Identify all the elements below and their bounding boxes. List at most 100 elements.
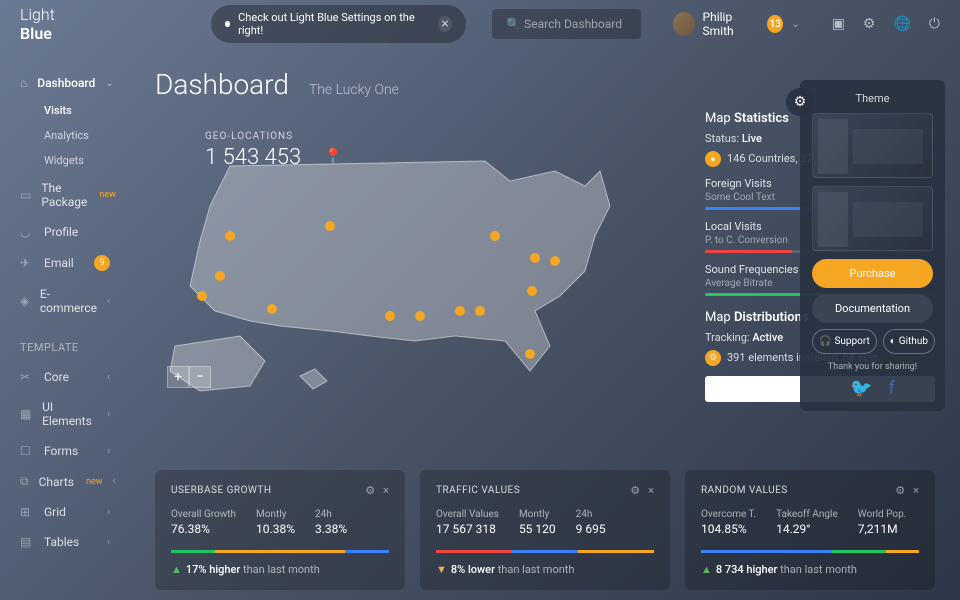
card-gear-icon[interactable]: ⚙ <box>895 484 905 497</box>
metric: 24h3.38% <box>315 509 347 536</box>
map-marker[interactable] <box>215 271 225 281</box>
theme-thumb-2[interactable] <box>812 186 933 251</box>
globe-icon: ● <box>705 151 721 167</box>
card-bar <box>171 550 389 553</box>
metric-value: 17 567 318 <box>436 522 499 536</box>
card-title: USERBASE GROWTH <box>171 485 272 496</box>
metric: World Pop.7,211M <box>858 509 907 536</box>
theme-panel: ⚙ Theme Purchase Documentation 🎧 Support… <box>800 80 945 411</box>
chat-icon[interactable]: ▣ <box>832 16 845 32</box>
map-marker[interactable] <box>325 221 335 231</box>
sidebar-sub-visits[interactable]: Visits <box>0 98 130 123</box>
map-marker[interactable] <box>455 306 465 316</box>
sidebar-item-ui-elements[interactable]: ▦UI Elements‹ <box>0 392 130 436</box>
notification-text: Check out Light Blue Settings on the rig… <box>238 11 424 37</box>
sidebar-item-label: Core <box>44 370 69 384</box>
facebook-icon[interactable]: f <box>889 378 895 399</box>
purchase-button[interactable]: Purchase <box>812 259 933 288</box>
map-marker[interactable] <box>197 291 207 301</box>
card-summary: ▲17% higher than last month <box>171 563 389 576</box>
forms-icon: ☐ <box>20 444 34 458</box>
sidebar-item-charts[interactable]: ⧉Chartsnew‹ <box>0 466 130 497</box>
geo-value: 1 543 453 <box>205 145 301 170</box>
sidebar-item-e-commerce[interactable]: ◈E-commerce‹ <box>0 279 130 323</box>
card-close-icon[interactable]: × <box>913 484 919 497</box>
metric-value: 55 120 <box>519 522 556 536</box>
documentation-button[interactable]: Documentation <box>812 294 933 323</box>
zoom-in-button[interactable]: + <box>167 366 189 388</box>
stat-card: TRAFFIC VALUES ⚙ × Overall Values17 567 318… <box>420 470 670 590</box>
sidebar-item-dashboard[interactable]: ⌂Dashboard⌄ <box>0 68 130 98</box>
sidebar-item-label: Email <box>44 256 74 270</box>
thanks-text: Thank you for sharing! <box>812 362 933 372</box>
notification-pill: Check out Light Blue Settings on the rig… <box>211 5 467 43</box>
sidebar-item-forms[interactable]: ☐Forms‹ <box>0 436 130 466</box>
sidebar-item-label: Profile <box>44 225 78 239</box>
chevron-icon: ‹ <box>107 446 110 457</box>
sidebar-item-grid[interactable]: ⊞Grid‹ <box>0 497 130 527</box>
map-marker[interactable] <box>475 306 485 316</box>
search-input[interactable]: 🔍 Search Dashboard <box>492 9 641 39</box>
metric-value: 76.38% <box>171 522 236 536</box>
email-icon: ✈ <box>20 256 34 270</box>
globe-icon[interactable]: 🌐 <box>893 16 910 32</box>
arrow-up-icon: ▲ <box>171 563 182 576</box>
dashboard-icon: ⌂ <box>20 76 27 90</box>
chevron-icon: ⌄ <box>105 78 113 89</box>
core-icon: ✂ <box>20 370 34 384</box>
close-icon[interactable]: × <box>438 16 453 32</box>
chevron-icon: ‹ <box>107 409 110 420</box>
map-marker[interactable] <box>550 256 560 266</box>
arrow-down-icon: ▼ <box>436 563 447 576</box>
map-marker[interactable] <box>527 286 537 296</box>
map-marker[interactable] <box>385 311 395 321</box>
sidebar-item-email[interactable]: ✈Email9 <box>0 247 130 279</box>
metric-label: 24h <box>576 509 606 520</box>
metric: Overall Values17 567 318 <box>436 509 499 536</box>
theme-thumb-1[interactable] <box>812 113 933 178</box>
map-marker[interactable] <box>525 349 535 359</box>
sidebar-item-label: The Package <box>41 181 87 209</box>
sidebar-sub-analytics[interactable]: Analytics <box>0 123 130 148</box>
grid-icon: ⊞ <box>20 505 34 519</box>
sidebar-sub-widgets[interactable]: Widgets <box>0 148 130 173</box>
card-summary: ▼8% lower than last month <box>436 563 654 576</box>
chevron-icon: ‹ <box>107 372 110 383</box>
card-title: TRAFFIC VALUES <box>436 485 520 496</box>
map-marker[interactable] <box>415 311 425 321</box>
card-close-icon[interactable]: × <box>383 484 389 497</box>
sidebar-item-label: Charts <box>39 475 74 489</box>
sidebar-item-tables[interactable]: ▤Tables‹ <box>0 527 130 557</box>
theme-gear-icon[interactable]: ⚙ <box>786 88 814 116</box>
card-gear-icon[interactable]: ⚙ <box>365 484 375 497</box>
twitter-icon[interactable]: 🐦 <box>850 378 872 399</box>
stat-card: RANDOM VALUES⚙×Overcome T.104.85%Takeoff… <box>685 470 935 590</box>
template-section-label: TEMPLATE <box>0 323 130 362</box>
github-button[interactable]: ◐ Github <box>883 329 935 354</box>
gear-icon: ⚙ <box>705 350 721 366</box>
metric-label: Overcome T. <box>701 509 756 520</box>
avatar <box>673 12 694 36</box>
sidebar-item-profile[interactable]: ◡Profile <box>0 217 130 247</box>
map-marker[interactable] <box>490 231 500 241</box>
sidebar-item-the-package[interactable]: ▭The Packagenew <box>0 173 130 217</box>
map-marker[interactable] <box>530 253 540 263</box>
map-marker[interactable] <box>267 304 277 314</box>
sidebar: ⌂Dashboard⌄VisitsAnalyticsWidgets▭The Pa… <box>0 48 130 577</box>
metric-value: 104.85% <box>701 522 756 536</box>
gear-icon[interactable]: ⚙ <box>863 16 876 32</box>
card-gear-icon[interactable]: ⚙ <box>630 484 640 497</box>
power-icon[interactable]: ⏻ <box>929 16 940 32</box>
metric-label: Montly <box>519 509 556 520</box>
logo[interactable]: Light Blue <box>20 5 85 43</box>
map-marker[interactable] <box>225 231 235 241</box>
support-button[interactable]: 🎧 Support <box>812 329 877 354</box>
sidebar-item-core[interactable]: ✂ Core ‹ <box>0 362 130 392</box>
metric-label: Montly <box>256 509 295 520</box>
card-close-icon[interactable]: × <box>648 484 654 497</box>
e-commerce-icon: ◈ <box>20 294 30 308</box>
sidebar-item-label: UI Elements <box>42 400 97 428</box>
zoom-out-button[interactable]: − <box>189 366 211 388</box>
theme-title: Theme <box>812 92 933 105</box>
user-menu[interactable]: Philip Smith 13 ⌄ <box>673 10 800 38</box>
